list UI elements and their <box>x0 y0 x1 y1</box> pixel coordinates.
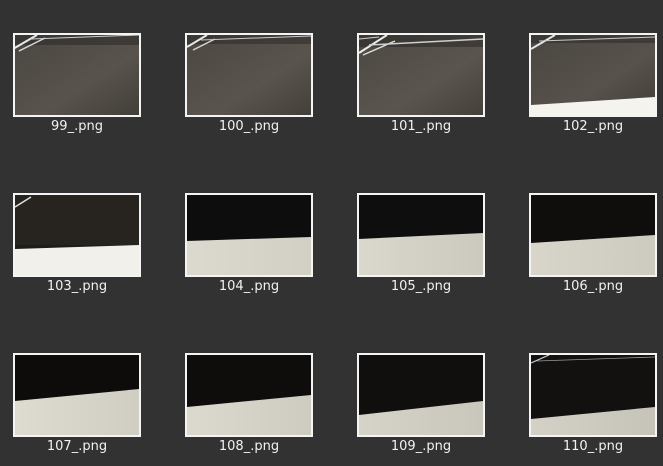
image-thumbnail[interactable] <box>357 353 485 437</box>
image-thumbnail[interactable] <box>13 193 141 277</box>
image-thumbnail[interactable] <box>13 33 141 117</box>
file-item[interactable]: 107_.png <box>13 353 141 454</box>
file-item[interactable]: 101_.png <box>357 33 485 134</box>
file-name: 101_.png <box>390 119 452 134</box>
file-name: 106_.png <box>562 279 624 294</box>
file-item[interactable]: 109_.png <box>357 353 485 454</box>
file-item[interactable]: 99_.png <box>13 33 141 134</box>
file-item[interactable]: 100_.png <box>185 33 313 134</box>
file-name: 100_.png <box>218 119 280 134</box>
image-thumbnail[interactable] <box>185 33 313 117</box>
file-item[interactable]: 105_.png <box>357 193 485 294</box>
file-item[interactable]: 108_.png <box>185 353 313 454</box>
image-thumbnail[interactable] <box>13 353 141 437</box>
file-name: 108_.png <box>218 439 280 454</box>
file-name: 110_.png <box>562 439 624 454</box>
image-thumbnail[interactable] <box>357 33 485 117</box>
image-thumbnail[interactable] <box>529 193 657 277</box>
file-name: 109_.png <box>390 439 452 454</box>
file-name: 99_.png <box>51 119 103 134</box>
image-thumbnail[interactable] <box>529 353 657 437</box>
image-thumbnail[interactable] <box>185 193 313 277</box>
file-grid: 99_.png 100_.png 101_.png 102_.png 103_.… <box>0 0 663 466</box>
file-item[interactable]: 102_.png <box>529 33 657 134</box>
file-item[interactable]: 103_.png <box>13 193 141 294</box>
file-name: 105_.png <box>390 279 452 294</box>
file-name: 103_.png <box>46 279 108 294</box>
image-thumbnail[interactable] <box>529 33 657 117</box>
file-item[interactable]: 104_.png <box>185 193 313 294</box>
file-name: 107_.png <box>46 439 108 454</box>
file-item[interactable]: 106_.png <box>529 193 657 294</box>
file-item[interactable]: 110_.png <box>529 353 657 454</box>
file-name: 102_.png <box>562 119 624 134</box>
file-name: 104_.png <box>218 279 280 294</box>
image-thumbnail[interactable] <box>185 353 313 437</box>
image-thumbnail[interactable] <box>357 193 485 277</box>
